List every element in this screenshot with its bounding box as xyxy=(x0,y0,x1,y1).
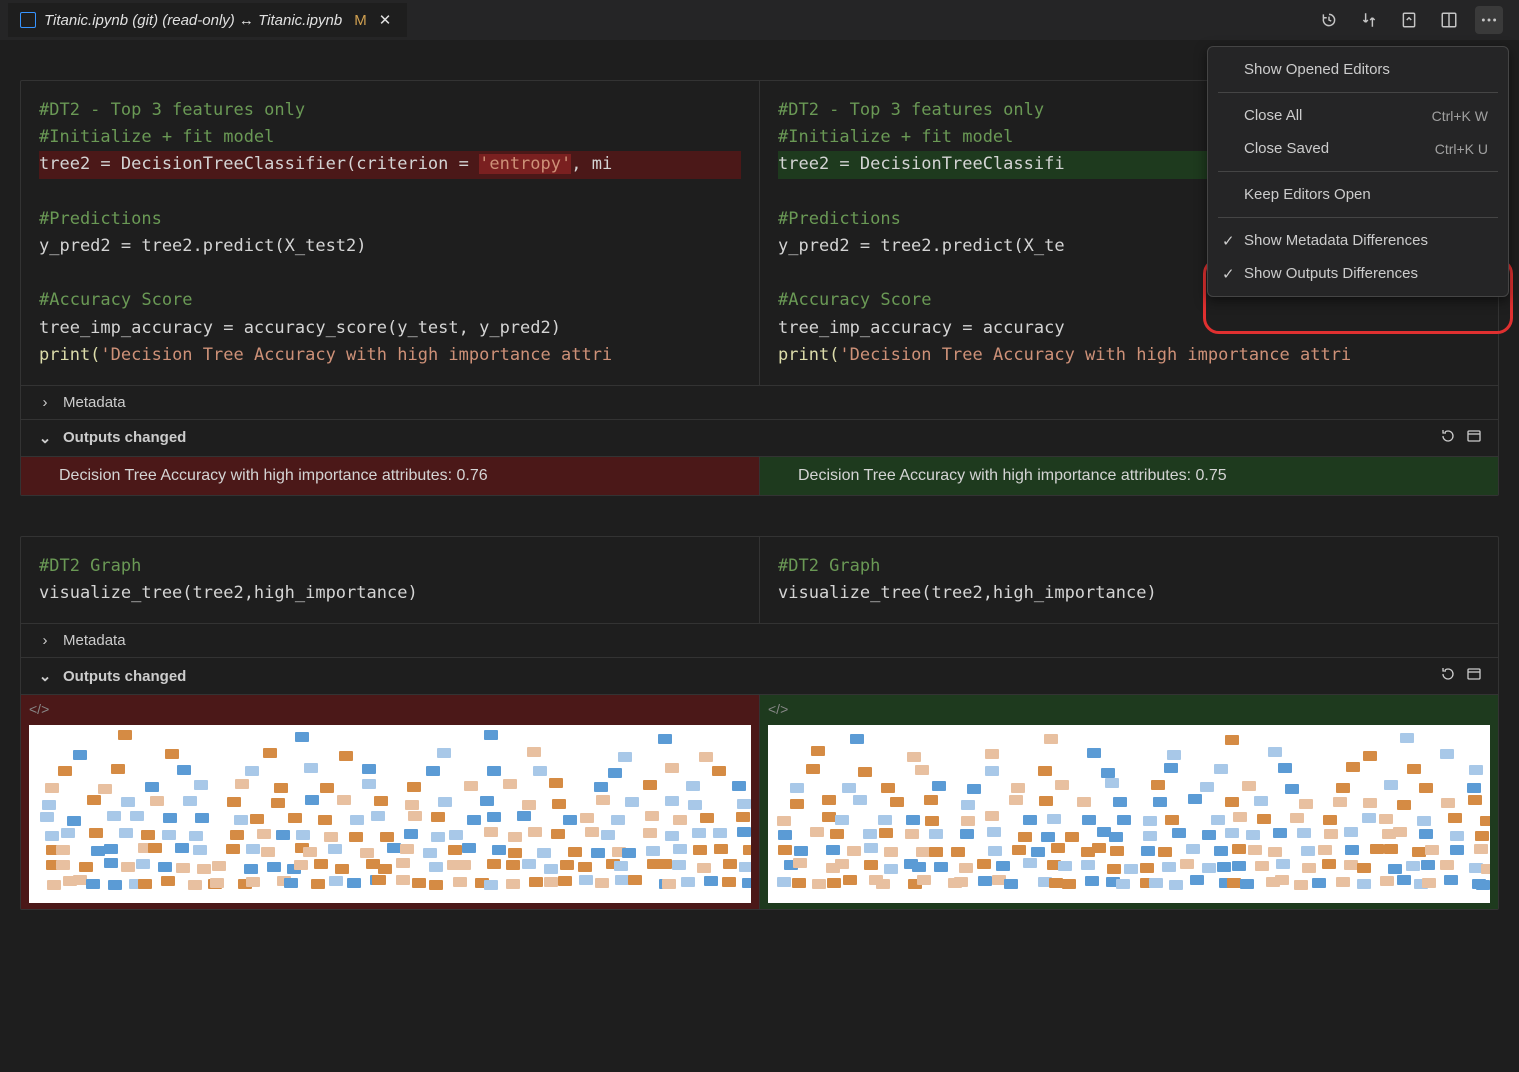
tree-visualization-right xyxy=(768,725,1490,903)
menu-shortcut: Ctrl+K W xyxy=(1432,108,1488,124)
tab-bar: Titanic.ipynb (git) (read-only) ↔ Titani… xyxy=(0,0,1519,40)
menu-label: Close All xyxy=(1244,107,1302,124)
metadata-label: Metadata xyxy=(63,394,126,411)
tree-visualization-left xyxy=(29,725,751,903)
split-editor-icon[interactable] xyxy=(1435,6,1463,34)
swap-icon[interactable] xyxy=(1355,6,1383,34)
output-left-graph: </> xyxy=(21,695,760,909)
menu-separator xyxy=(1218,217,1498,218)
outputs-changed-row[interactable]: ⌄ Outputs changed xyxy=(21,419,1498,456)
code-output-icon: </> xyxy=(768,701,788,717)
outputs-label: Outputs changed xyxy=(63,668,186,685)
menu-close-saved[interactable]: Close Saved Ctrl+K U xyxy=(1208,132,1508,165)
menu-show-metadata-diff[interactable]: Show Metadata Differences xyxy=(1208,224,1508,257)
chevron-down-icon: ⌄ xyxy=(37,429,53,447)
metadata-label: Metadata xyxy=(63,632,126,649)
metadata-row[interactable]: › Metadata xyxy=(21,385,1498,419)
menu-label: Keep Editors Open xyxy=(1244,186,1371,203)
output-text-left: Decision Tree Accuracy with high importa… xyxy=(37,467,743,485)
editor-toolbar xyxy=(1315,6,1511,34)
close-icon[interactable]: ✕ xyxy=(375,11,396,29)
editor-tab[interactable]: Titanic.ipynb (git) (read-only) ↔ Titani… xyxy=(8,3,407,37)
outputs-label: Outputs changed xyxy=(63,429,186,446)
menu-label: Close Saved xyxy=(1244,140,1329,157)
menu-show-outputs-diff[interactable]: Show Outputs Differences xyxy=(1208,257,1508,290)
menu-close-all[interactable]: Close All Ctrl+K W xyxy=(1208,99,1508,132)
menu-label: Show Opened Editors xyxy=(1244,61,1390,78)
output-view-icon[interactable] xyxy=(1466,666,1482,686)
output-view-icon[interactable] xyxy=(1466,428,1482,448)
code-output-icon: </> xyxy=(29,701,49,717)
menu-separator xyxy=(1218,92,1498,93)
notebook-icon xyxy=(20,12,36,28)
menu-show-opened-editors[interactable]: Show Opened Editors xyxy=(1208,53,1508,86)
output-text-right: Decision Tree Accuracy with high importa… xyxy=(776,467,1482,485)
code-pane-left[interactable]: #DT2 - Top 3 features only #Initialize +… xyxy=(21,81,760,385)
output-right-graph: </> xyxy=(760,695,1498,909)
revert-icon[interactable] xyxy=(1440,666,1456,686)
menu-separator xyxy=(1218,171,1498,172)
diff-file-icon[interactable] xyxy=(1395,6,1423,34)
output-left: Decision Tree Accuracy with high importa… xyxy=(21,457,760,495)
context-menu: Show Opened Editors Close All Ctrl+K W C… xyxy=(1207,46,1509,297)
modified-indicator: M xyxy=(354,12,367,29)
chevron-right-icon: › xyxy=(37,394,53,411)
code-pane-left[interactable]: #DT2 Graph visualize_tree(tree2,high_imp… xyxy=(21,537,760,623)
more-actions-icon[interactable] xyxy=(1475,6,1503,34)
diff-cell-2: #DT2 Graph visualize_tree(tree2,high_imp… xyxy=(20,536,1499,910)
output-right: Decision Tree Accuracy with high importa… xyxy=(760,457,1498,495)
metadata-row[interactable]: › Metadata xyxy=(21,623,1498,657)
menu-label: Show Metadata Differences xyxy=(1244,232,1428,249)
chevron-right-icon: › xyxy=(37,632,53,649)
history-icon[interactable] xyxy=(1315,6,1343,34)
chevron-down-icon: ⌄ xyxy=(37,667,53,685)
menu-keep-editors-open[interactable]: Keep Editors Open xyxy=(1208,178,1508,211)
outputs-changed-row[interactable]: ⌄ Outputs changed xyxy=(21,657,1498,694)
menu-shortcut: Ctrl+K U xyxy=(1435,141,1488,157)
code-pane-right[interactable]: #DT2 Graph visualize_tree(tree2,high_imp… xyxy=(760,537,1498,623)
menu-label: Show Outputs Differences xyxy=(1244,265,1418,282)
revert-icon[interactable] xyxy=(1440,428,1456,448)
tab-title: Titanic.ipynb (git) (read-only) ↔ Titani… xyxy=(44,12,342,29)
